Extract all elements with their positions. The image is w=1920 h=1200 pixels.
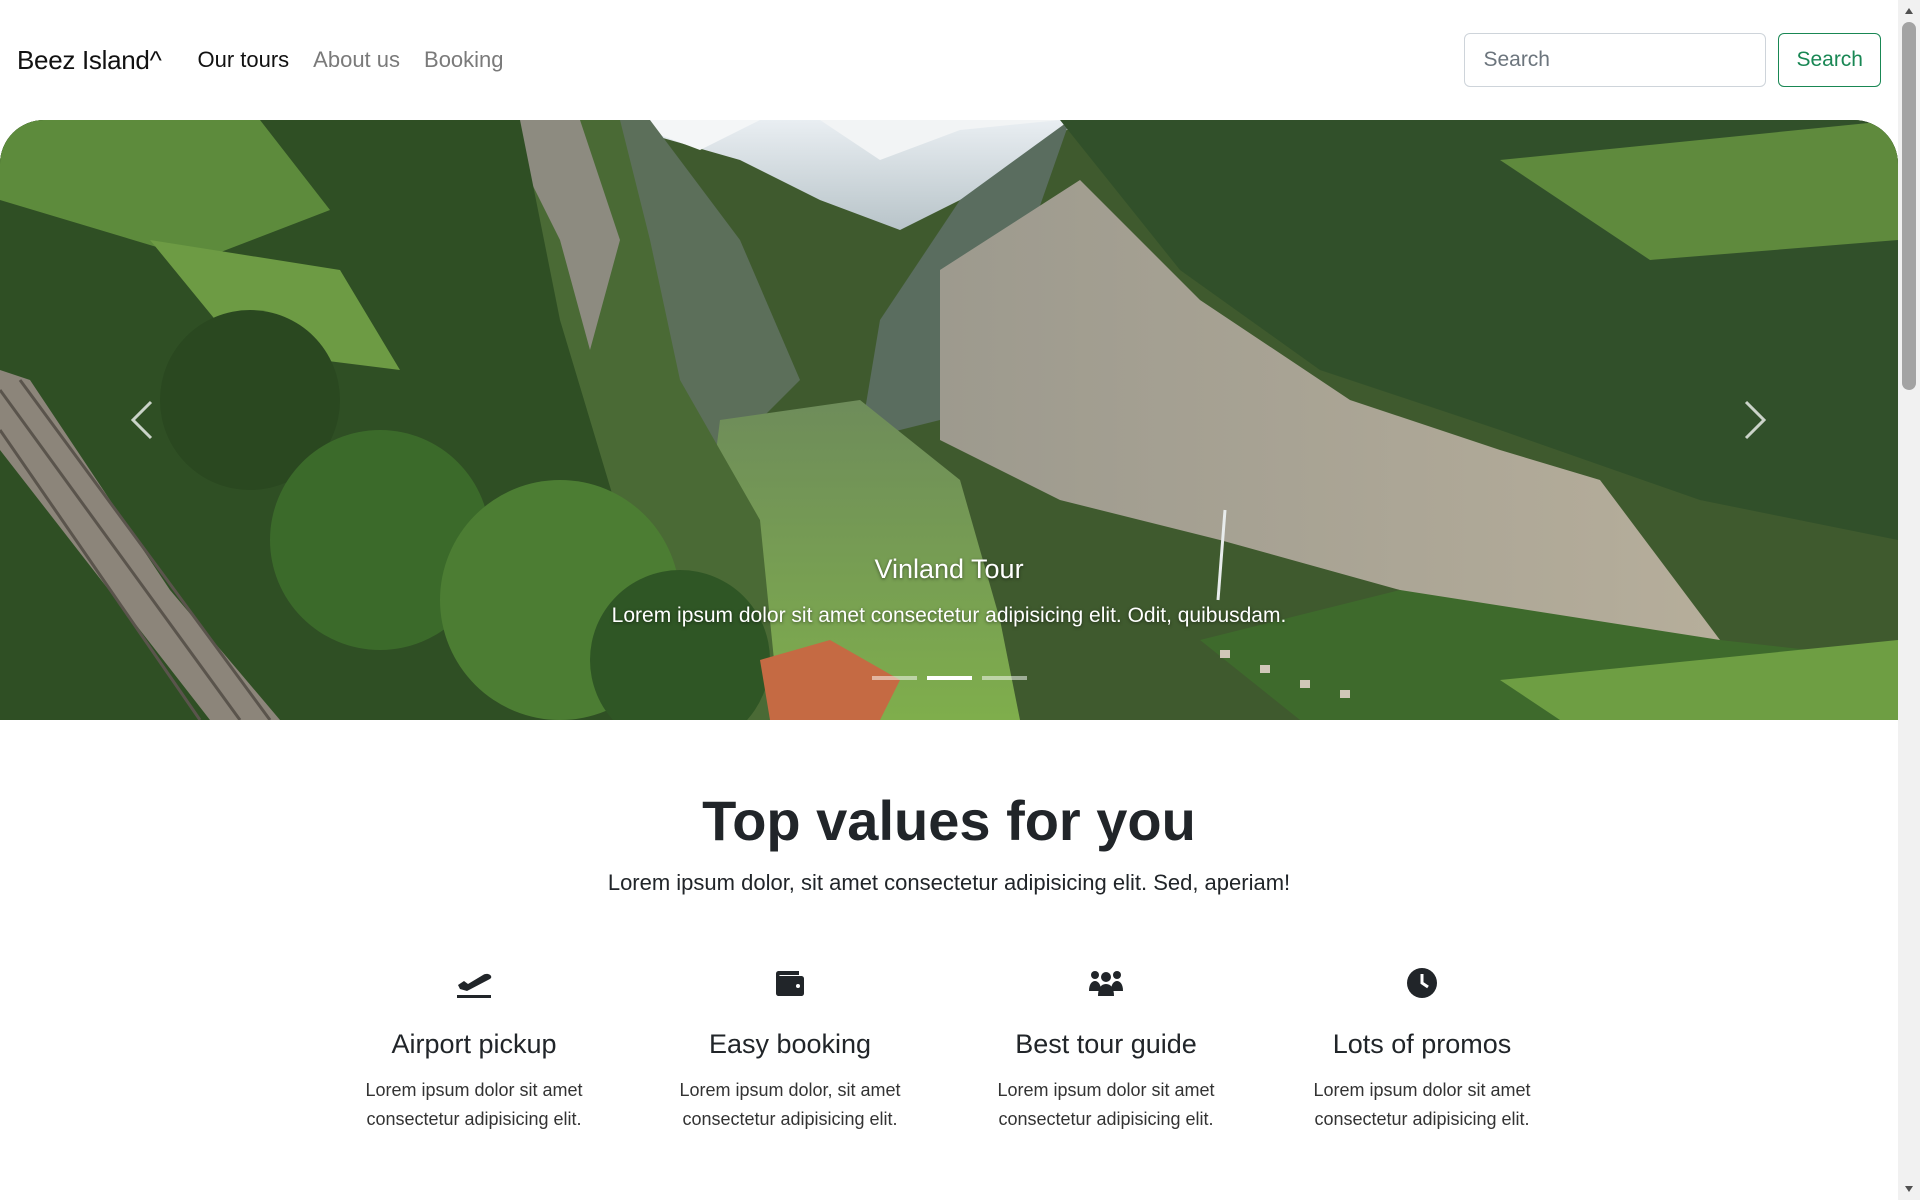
people-group-icon bbox=[956, 965, 1256, 1001]
search-button[interactable]: Search bbox=[1778, 33, 1881, 87]
feature-title: Best tour guide bbox=[1015, 1029, 1197, 1059]
nav-links: Our tours About us Booking bbox=[197, 47, 503, 73]
navbar: Beez Island^ Our tours About us Booking … bbox=[0, 0, 1898, 120]
feature-title: Airport pickup bbox=[391, 1029, 557, 1059]
chevron-right-icon bbox=[1744, 400, 1767, 440]
nav-link-our-tours[interactable]: Our tours bbox=[197, 47, 289, 73]
carousel-indicator-2[interactable] bbox=[927, 676, 972, 680]
feature-text: Lorem ipsum dolor sit amet consectetur a… bbox=[1313, 1080, 1531, 1129]
carousel-indicators bbox=[872, 676, 1027, 680]
search-input[interactable] bbox=[1464, 33, 1767, 87]
hero-image bbox=[0, 120, 1898, 720]
plane-departure-icon bbox=[324, 965, 624, 1001]
section-subtitle: Lorem ipsum dolor, sit amet consectetur … bbox=[607, 870, 1291, 895]
page-scrollbar[interactable] bbox=[1898, 0, 1920, 1200]
carousel-indicator-1[interactable] bbox=[872, 676, 917, 680]
feature-title: Lots of promos bbox=[1332, 1029, 1512, 1059]
hero-carousel: Vinland Tour Lorem ipsum dolor sit amet … bbox=[0, 120, 1898, 720]
feature-easy-booking: Easy booking Lorem ipsum dolor, sit amet… bbox=[640, 965, 940, 1134]
clock-icon bbox=[1272, 965, 1572, 1001]
feature-title: Easy booking bbox=[708, 1029, 872, 1059]
search-form: Search bbox=[1464, 33, 1881, 87]
scrollbar-thumb[interactable] bbox=[1902, 22, 1916, 390]
chevron-left-icon bbox=[130, 400, 153, 440]
feature-best-tour-guide: Best tour guide Lorem ipsum dolor sit am… bbox=[956, 965, 1256, 1134]
carousel-caption-title: Vinland Tour bbox=[874, 554, 1024, 584]
carousel-next-button[interactable] bbox=[1725, 390, 1785, 450]
nav-link-booking[interactable]: Booking bbox=[424, 47, 504, 73]
brand-logo[interactable]: Beez Island^ bbox=[17, 45, 162, 76]
carousel-prev-button[interactable] bbox=[112, 390, 172, 450]
nav-link-about-us[interactable]: About us bbox=[313, 47, 400, 73]
feature-lots-of-promos: Lots of promos Lorem ipsum dolor sit ame… bbox=[1272, 965, 1572, 1134]
carousel-indicator-3[interactable] bbox=[982, 676, 1027, 680]
feature-text: Lorem ipsum dolor sit amet consectetur a… bbox=[997, 1080, 1215, 1129]
feature-text: Lorem ipsum dolor sit amet consectetur a… bbox=[365, 1080, 583, 1129]
carousel-caption-text: Lorem ipsum dolor sit amet consectetur a… bbox=[611, 604, 1287, 627]
feature-airport-pickup: Airport pickup Lorem ipsum dolor sit ame… bbox=[324, 965, 624, 1134]
wallet-icon bbox=[640, 965, 940, 1001]
scroll-up-arrow-icon[interactable] bbox=[1898, 0, 1920, 22]
scroll-down-arrow-icon[interactable] bbox=[1898, 1178, 1920, 1200]
feature-text: Lorem ipsum dolor, sit amet consectetur … bbox=[679, 1080, 901, 1129]
section-title: Top values for you bbox=[702, 789, 1196, 852]
